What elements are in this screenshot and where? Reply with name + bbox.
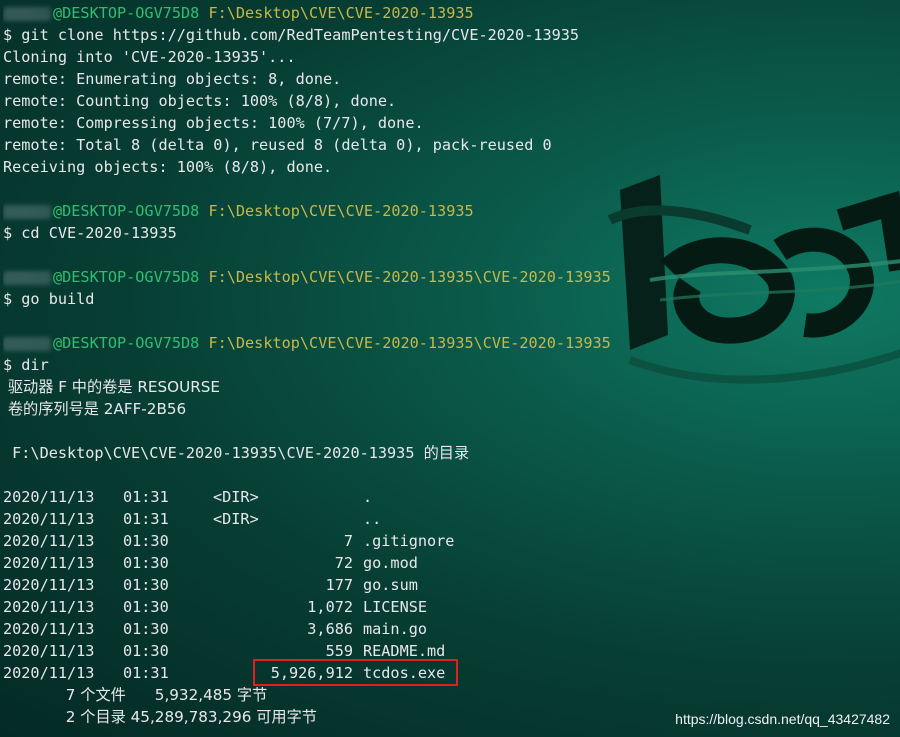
red-highlight-box (253, 659, 458, 686)
row-time: 01:31 (123, 510, 169, 528)
prompt-line: @DESKTOP-OGV75D8 F:\Desktop\CVE\CVE-2020… (3, 200, 900, 222)
row-date: 2020/11/13 (3, 620, 95, 638)
prompt-host: @DESKTOP-OGV75D8 (53, 202, 200, 220)
row-name: LICENSE (363, 598, 428, 616)
watermark-text: https://blog.csdn.net/qq_43427482 (675, 711, 890, 727)
prompt-line: @DESKTOP-OGV75D8 F:\Desktop\CVE\CVE-2020… (3, 332, 900, 354)
row-time: 01:31 (123, 488, 169, 506)
command-line: $ git clone https://github.com/RedTeamPe… (3, 26, 580, 44)
row-time: 01:30 (123, 554, 169, 572)
row-size: 3,686 (307, 620, 353, 638)
row-time: 01:31 (123, 664, 169, 682)
row-date: 2020/11/13 (3, 554, 95, 572)
prompt-path: F:\Desktop\CVE\CVE-2020-13935\CVE-2020-1… (208, 268, 611, 286)
prompt-host: @DESKTOP-OGV75D8 (53, 4, 200, 22)
prompt-host: @DESKTOP-OGV75D8 (53, 334, 200, 352)
prompt-path: F:\Desktop\CVE\CVE-2020-13935 (208, 4, 474, 22)
row-size: 72 (334, 554, 353, 572)
file-row: 2020/11/13 01:30 7 .gitignore (3, 530, 900, 552)
blurred-username (3, 336, 51, 351)
prompt-path: F:\Desktop\CVE\CVE-2020-13935\CVE-2020-1… (208, 334, 611, 352)
prompt-line: @DESKTOP-OGV75D8 F:\Desktop\CVE\CVE-2020… (3, 2, 900, 24)
volume-label-line: 驱动器 F 中的卷是 RESOURSE (3, 378, 221, 396)
blurred-username (3, 270, 51, 285)
file-row: 2020/11/13 01:30 3,686 main.go (3, 618, 900, 640)
row-size: 177 (325, 576, 353, 594)
blurred-username (3, 6, 51, 21)
row-date: 2020/11/13 (3, 664, 95, 682)
row-name: .. (363, 510, 382, 528)
row-date: 2020/11/13 (3, 510, 95, 528)
row-type: <DIR> (213, 488, 259, 506)
row-name: go.sum (363, 576, 418, 594)
command-line: $ go build (3, 290, 95, 308)
output-line: Receiving objects: 100% (8/8), done. (3, 158, 333, 176)
row-time: 01:30 (123, 598, 169, 616)
file-count-summary: 7 个文件 5,932,485 字节 (3, 686, 268, 704)
prompt-host: @DESKTOP-OGV75D8 (53, 268, 200, 286)
row-time: 01:30 (123, 532, 169, 550)
row-date: 2020/11/13 (3, 598, 95, 616)
row-name: .gitignore (363, 532, 455, 550)
command-line: $ cd CVE-2020-13935 (3, 224, 177, 242)
volume-serial-line: 卷的序列号是 2AFF-2B56 (3, 400, 187, 418)
blurred-username (3, 204, 51, 219)
dir-row: 2020/11/13 01:31 <DIR>.. (3, 508, 900, 530)
row-time: 01:30 (123, 620, 169, 638)
row-time: 01:30 (123, 642, 169, 660)
row-name: go.mod (363, 554, 418, 572)
file-row: 2020/11/13 01:30 177 go.sum (3, 574, 900, 596)
dir-listing: 2020/11/13 01:31 <DIR>. 2020/11/13 01:31 <DI… (3, 486, 900, 728)
row-size: 7 (343, 532, 353, 550)
row-size: 1,072 (307, 598, 353, 616)
file-row: 2020/11/13 01:30 72 go.mod (3, 552, 900, 574)
dir-row: 2020/11/13 01:31 <DIR>. (3, 486, 900, 508)
output-line: Cloning into 'CVE-2020-13935'... (3, 48, 296, 66)
output-line: remote: Enumerating objects: 8, done. (3, 70, 342, 88)
command-line: $ dir (3, 356, 49, 374)
row-time: 01:30 (123, 576, 169, 594)
output-line: remote: Total 8 (delta 0), reused 8 (del… (3, 136, 552, 154)
row-date: 2020/11/13 (3, 488, 95, 506)
terminal-output: @DESKTOP-OGV75D8 F:\Desktop\CVE\CVE-2020… (3, 2, 900, 737)
row-date: 2020/11/13 (3, 576, 95, 594)
row-type: <DIR> (213, 510, 259, 528)
output-line: remote: Counting objects: 100% (8/8), do… (3, 92, 397, 110)
row-name: main.go (363, 620, 428, 638)
prompt-line: @DESKTOP-OGV75D8 F:\Desktop\CVE\CVE-2020… (3, 266, 900, 288)
row-name: . (363, 488, 373, 506)
directory-heading: F:\Desktop\CVE\CVE-2020-13935\CVE-2020-1… (3, 444, 470, 462)
row-date: 2020/11/13 (3, 642, 95, 660)
row-date: 2020/11/13 (3, 532, 95, 550)
file-row: 2020/11/13 01:30 1,072 LICENSE (3, 596, 900, 618)
output-line: remote: Compressing objects: 100% (7/7),… (3, 114, 424, 132)
prompt-path: F:\Desktop\CVE\CVE-2020-13935 (208, 202, 474, 220)
